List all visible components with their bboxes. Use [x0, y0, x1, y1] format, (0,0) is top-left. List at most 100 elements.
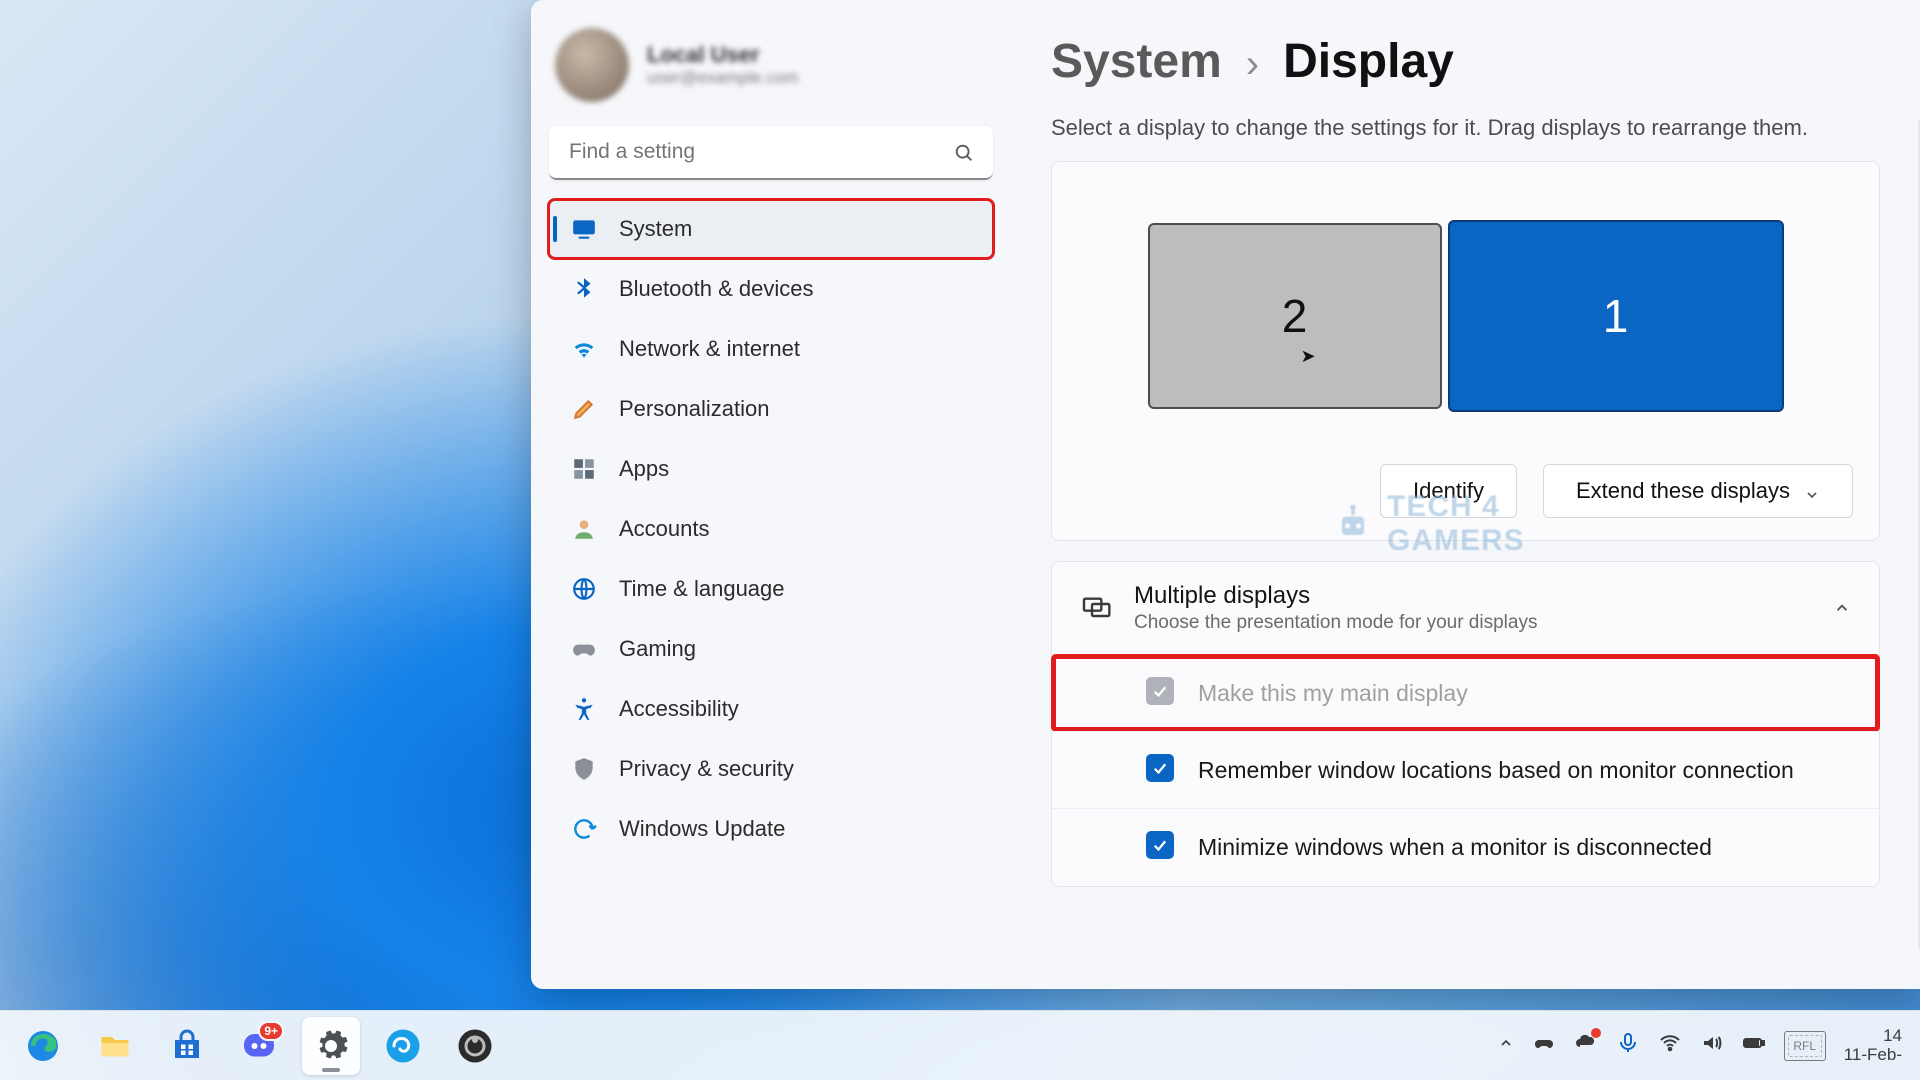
- breadcrumb-parent[interactable]: System: [1051, 34, 1222, 89]
- nav-item-bluetooth[interactable]: Bluetooth & devices: [549, 260, 993, 318]
- settings-nav: System Bluetooth & devices Network & int…: [549, 200, 993, 858]
- search-input[interactable]: [549, 126, 993, 180]
- nav-label: Privacy & security: [619, 756, 794, 782]
- taskbar-file-explorer[interactable]: [86, 1017, 144, 1075]
- search-container: [549, 126, 993, 180]
- brush-icon: [571, 396, 597, 422]
- accessibility-icon: [571, 696, 597, 722]
- taskbar-microsoft-store[interactable]: [158, 1017, 216, 1075]
- header-subtitle: Choose the presentation mode for your di…: [1134, 612, 1537, 634]
- chevron-down-icon: [1804, 483, 1820, 499]
- taskbar-discord[interactable]: 9+: [230, 1017, 288, 1075]
- taskbar-obs[interactable]: [446, 1017, 504, 1075]
- nav-label: Bluetooth & devices: [619, 276, 813, 302]
- taskbar-app-swirl[interactable]: [374, 1017, 432, 1075]
- nav-label: Accessibility: [619, 696, 739, 722]
- tray-language-indicator[interactable]: RFL: [1784, 1031, 1826, 1061]
- checkbox-disabled-checked: [1146, 677, 1174, 705]
- checkbox-checked[interactable]: [1146, 831, 1174, 859]
- profile-name: Local User: [647, 42, 798, 68]
- cursor-icon: ➤: [1301, 346, 1316, 367]
- tray-overflow[interactable]: [1498, 1035, 1514, 1056]
- profile-text: Local User user@example.com: [647, 42, 798, 88]
- nav-label: Windows Update: [619, 816, 785, 842]
- header-title: Multiple displays: [1134, 582, 1537, 610]
- clock-time: 14: [1844, 1027, 1902, 1046]
- nav-item-windows-update[interactable]: Windows Update: [549, 800, 993, 858]
- display-arranger[interactable]: 2 ➤ 1: [1078, 186, 1853, 446]
- display-mode-dropdown[interactable]: Extend these displays: [1543, 464, 1853, 518]
- multiple-displays-icon: [1080, 592, 1112, 624]
- nav-label: Personalization: [619, 396, 769, 422]
- arranger-controls: Identify Extend these displays: [1078, 464, 1853, 518]
- display-tile-2[interactable]: 2 ➤: [1148, 223, 1442, 409]
- option-label: Minimize windows when a monitor is disco…: [1198, 831, 1712, 863]
- system-tray: RFL 14 11-Feb-: [1498, 1027, 1906, 1064]
- taskbar-settings[interactable]: [302, 1017, 360, 1075]
- tray-volume-icon[interactable]: [1700, 1031, 1724, 1060]
- page-title: Display: [1283, 34, 1454, 89]
- avatar: [555, 28, 629, 102]
- search-icon: [953, 142, 975, 164]
- breadcrumb: System › Display: [1051, 34, 1880, 89]
- profile-email: user@example.com: [647, 68, 798, 88]
- nav-item-accounts[interactable]: Accounts: [549, 500, 993, 558]
- person-icon: [571, 516, 597, 542]
- tray-battery-icon[interactable]: [1742, 1031, 1766, 1060]
- nav-label: System: [619, 216, 692, 242]
- nav-item-accessibility[interactable]: Accessibility: [549, 680, 993, 738]
- gamepad-icon: [571, 636, 597, 662]
- tray-onedrive-icon[interactable]: [1574, 1031, 1598, 1060]
- nav-label: Accounts: [619, 516, 710, 542]
- multiple-displays-header[interactable]: Multiple displays Choose the presentatio…: [1052, 562, 1879, 654]
- update-icon: [571, 816, 597, 842]
- shield-icon: [571, 756, 597, 782]
- settings-window: Local User user@example.com System Bluet…: [531, 0, 1920, 989]
- bluetooth-icon: [571, 276, 597, 302]
- nav-item-gaming[interactable]: Gaming: [549, 620, 993, 678]
- nav-item-personalization[interactable]: Personalization: [549, 380, 993, 438]
- chevron-right-icon: ›: [1246, 42, 1259, 87]
- multiple-displays-card: Multiple displays Choose the presentatio…: [1051, 561, 1880, 887]
- nav-item-network[interactable]: Network & internet: [549, 320, 993, 378]
- globe-clock-icon: [571, 576, 597, 602]
- tray-controller-icon[interactable]: [1532, 1031, 1556, 1060]
- tray-mic-icon[interactable]: [1616, 1031, 1640, 1060]
- clock-date: 11-Feb-: [1844, 1046, 1902, 1065]
- display-number: 2: [1282, 289, 1308, 343]
- display-number: 1: [1603, 289, 1629, 343]
- option-minimize-on-disconnect[interactable]: Minimize windows when a monitor is disco…: [1052, 808, 1879, 885]
- header-titles: Multiple displays Choose the presentatio…: [1134, 582, 1537, 634]
- button-label: Identify: [1413, 478, 1484, 504]
- page-hint: Select a display to change the settings …: [1051, 115, 1880, 141]
- tray-wifi-icon[interactable]: [1658, 1031, 1682, 1060]
- nav-label: Apps: [619, 456, 669, 482]
- option-remember-locations[interactable]: Remember window locations based on monit…: [1052, 731, 1879, 808]
- settings-main: System › Display Select a display to cha…: [1011, 0, 1920, 989]
- nav-label: Time & language: [619, 576, 785, 602]
- multiple-displays-body: Make this my main display Remember windo…: [1052, 654, 1879, 886]
- taskbar-apps: 9+: [14, 1017, 504, 1075]
- apps-icon: [571, 456, 597, 482]
- checkbox-checked[interactable]: [1146, 754, 1174, 782]
- option-label: Make this my main display: [1198, 677, 1468, 709]
- display-tile-1[interactable]: 1: [1448, 220, 1784, 412]
- chevron-up-icon: [1833, 599, 1851, 617]
- display-arranger-card: 2 ➤ 1 Identify Extend these displays: [1051, 161, 1880, 541]
- notification-badge: 9+: [258, 1021, 284, 1041]
- dropdown-label: Extend these displays: [1576, 478, 1790, 504]
- settings-sidebar: Local User user@example.com System Bluet…: [531, 0, 1011, 989]
- display-icon: [571, 216, 597, 242]
- nav-item-apps[interactable]: Apps: [549, 440, 993, 498]
- taskbar-edge[interactable]: [14, 1017, 72, 1075]
- nav-item-time-language[interactable]: Time & language: [549, 560, 993, 618]
- user-profile[interactable]: Local User user@example.com: [549, 18, 993, 106]
- nav-item-privacy[interactable]: Privacy & security: [549, 740, 993, 798]
- taskbar: 9+ RFL 14 11-Feb-: [0, 1010, 1920, 1080]
- nav-label: Gaming: [619, 636, 696, 662]
- nav-item-system[interactable]: System: [549, 200, 993, 258]
- wifi-icon: [571, 336, 597, 362]
- tray-clock[interactable]: 14 11-Feb-: [1844, 1027, 1906, 1064]
- option-label: Remember window locations based on monit…: [1198, 754, 1794, 786]
- identify-button[interactable]: Identify: [1380, 464, 1517, 518]
